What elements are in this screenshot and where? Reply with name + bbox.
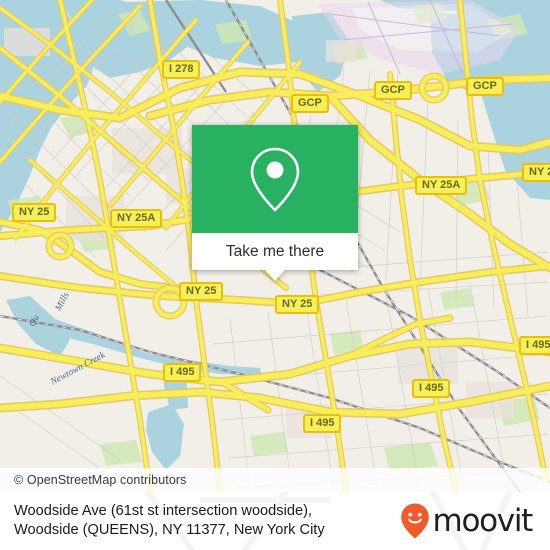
location-callout-card[interactable]: Take me there [192, 125, 358, 281]
road-shield: I 495 [519, 336, 550, 356]
take-me-there-label: Take me there [225, 242, 325, 260]
road-shield: NY 25 [275, 295, 320, 315]
location-pin-icon [250, 147, 300, 212]
callout-pointer [265, 270, 285, 281]
osm-attribution-text: © OpenStreetMap contributors [14, 473, 187, 487]
road-shield: NY 2 [522, 163, 550, 183]
road-shield: NY 25 [179, 282, 224, 302]
address-line-1: Woodside Ave (61st st intersection woods… [14, 503, 312, 520]
moovit-smiley-pin-icon [400, 503, 429, 539]
callout-icon-panel [192, 125, 358, 233]
road-shield: NY 25A [415, 176, 468, 196]
road-shield: I 495 [303, 414, 342, 434]
moovit-wordmark: moovit [432, 502, 534, 539]
road-shield: GCP [291, 94, 329, 114]
road-shield: I 495 [412, 379, 451, 399]
moovit-brand[interactable]: moovit [400, 502, 536, 540]
footer-bar: Woodside Ave (61st st intersection woods… [0, 492, 550, 550]
road-shield: GCP [466, 77, 504, 97]
road-shield: I 495 [163, 363, 202, 383]
map-screenshot: I 278 GCP GCP GCP NY 25A NY 2 NY 25 NY 2… [0, 0, 550, 550]
road-shield: I 278 [162, 60, 201, 80]
road-shield: NY 25A [110, 209, 163, 229]
osm-attribution: © OpenStreetMap contributors [0, 468, 550, 492]
road-shield: GCP [374, 81, 412, 101]
take-me-there-button[interactable]: Take me there [192, 233, 358, 281]
address-block: Woodside Ave (61st st intersection woods… [14, 502, 400, 540]
address-line-2: Woodside (QUEENS), NY 11377, New York Ci… [14, 522, 325, 538]
road-shield: NY 25 [12, 203, 57, 223]
